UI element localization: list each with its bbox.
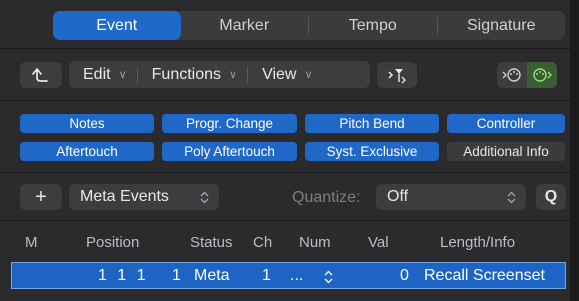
divider (0, 172, 570, 173)
cell-position: 1 1 1 (98, 267, 149, 284)
filter-poly-aftertouch[interactable]: Poly Aftertouch (162, 142, 297, 161)
edit-menu[interactable]: Edit ∨ (69, 61, 137, 88)
midi-out-button[interactable] (497, 62, 527, 88)
filter-aftertouch[interactable]: Aftertouch (20, 142, 154, 161)
quantize-label: Quantize: (292, 189, 361, 206)
catch-playhead-button[interactable] (377, 62, 417, 88)
filter-notes[interactable]: Notes (20, 114, 154, 133)
chevron-updown-icon (507, 191, 516, 204)
filter-controller[interactable]: Controller (447, 114, 565, 133)
quantize-q-label: Q (544, 188, 558, 205)
toolbar-menus: Edit ∨ Functions ∨ View ∨ (69, 61, 370, 88)
cell-length-info: Recall Screenset (424, 267, 545, 284)
column-header-status[interactable]: Status (190, 234, 233, 251)
chevron-down-icon: ∨ (229, 69, 238, 81)
column-header-length-info[interactable]: Length/Info (440, 234, 515, 251)
quantize-q-button[interactable]: Q (536, 184, 566, 210)
quantize-select[interactable]: Off (376, 184, 526, 210)
cell-val: 0 (400, 267, 409, 284)
tab-event[interactable]: Event (53, 11, 181, 40)
midi-out-icon (502, 68, 521, 82)
midi-buttons (497, 62, 557, 88)
chevron-updown-icon[interactable] (324, 270, 333, 284)
scrollbar-track[interactable] (570, 0, 579, 301)
tab-marker[interactable]: Marker (181, 11, 309, 40)
filter-program-change[interactable]: Progr. Change (162, 114, 297, 133)
divider (0, 220, 570, 221)
cell-status: Meta (194, 267, 230, 284)
column-header-channel[interactable]: Ch (253, 234, 272, 251)
column-header-val[interactable]: Val (368, 234, 389, 251)
catch-playhead-icon (388, 69, 406, 84)
cell-channel: 1 (262, 267, 271, 284)
event-type-select[interactable]: Meta Events (69, 184, 219, 210)
midi-in-icon (533, 68, 552, 82)
filter-system-exclusive[interactable]: Syst. Exclusive (305, 142, 439, 161)
chevron-down-icon: ∨ (304, 69, 313, 81)
arrow-up-left-icon (32, 68, 48, 82)
tab-signature[interactable]: Signature (438, 11, 566, 40)
functions-menu[interactable]: Functions ∨ (138, 61, 247, 88)
cell-num: ... (290, 267, 304, 284)
cell-position-tick: 1 (172, 267, 181, 284)
divider (0, 100, 570, 101)
edit-menu-label: Edit (83, 65, 111, 83)
midi-in-button[interactable] (527, 62, 557, 88)
column-header-mute[interactable]: M (25, 234, 38, 251)
tab-tempo[interactable]: Tempo (309, 11, 437, 40)
quantize-value: Off (387, 188, 409, 205)
add-event-button[interactable]: + (20, 184, 62, 210)
event-type-value: Meta Events (80, 188, 169, 205)
back-button[interactable] (20, 62, 62, 88)
column-header-position[interactable]: Position (86, 234, 139, 251)
chevron-updown-icon (200, 191, 209, 204)
view-tabs: Event Marker Tempo Signature (53, 11, 565, 40)
filter-pitch-bend[interactable]: Pitch Bend (305, 114, 439, 133)
column-header-num[interactable]: Num (299, 234, 331, 251)
filter-additional-info[interactable]: Additional Info (447, 142, 565, 161)
view-menu[interactable]: View ∨ (248, 61, 322, 88)
functions-menu-label: Functions (151, 65, 222, 83)
add-event-label: + (35, 185, 47, 208)
divider (0, 48, 570, 49)
chevron-down-icon: ∨ (118, 69, 127, 81)
view-menu-label: View (262, 65, 297, 83)
